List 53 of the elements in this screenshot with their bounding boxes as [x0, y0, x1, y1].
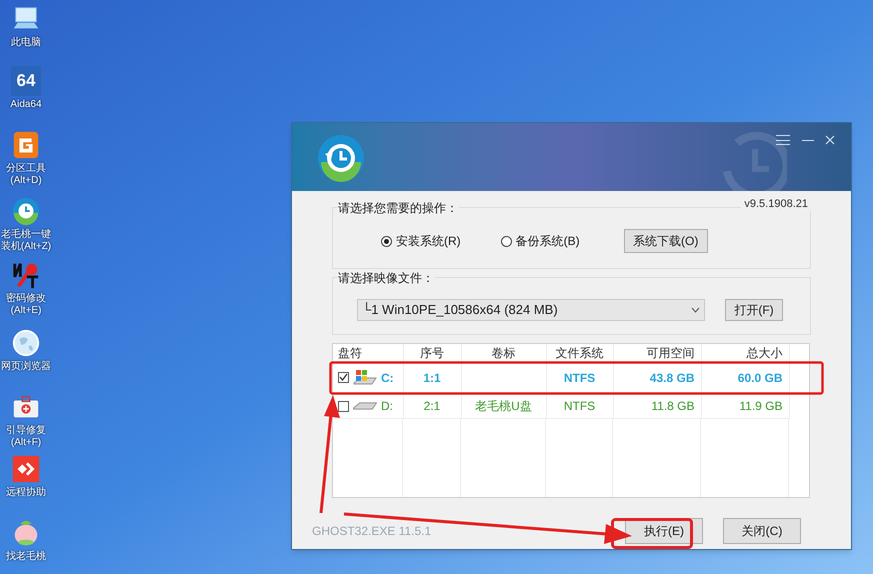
table-cell: 60.0 GB	[701, 362, 789, 394]
table-cell: 11.9 GB	[701, 394, 789, 418]
desktop-icon-label[interactable]: 密码修改 (Alt+E)	[6, 293, 46, 317]
table-cell-text: C:	[381, 370, 394, 387]
image-dropdown[interactable]: └1 Win10PE_10586x64 (824 MB)	[357, 299, 705, 321]
desktop-icon-label[interactable]: 此电脑	[11, 37, 41, 49]
close-button[interactable]: 关闭(C)	[723, 518, 801, 544]
table-cell-text: D:	[381, 398, 393, 415]
table-cell: 2:1	[403, 394, 461, 418]
aida-app-icon[interactable]: 64	[11, 66, 41, 96]
column-header[interactable]: 序号	[403, 344, 461, 362]
checkbox[interactable]	[338, 400, 349, 412]
table-cell: NTFS	[546, 394, 613, 418]
table-cell: 老毛桃U盘	[461, 394, 546, 418]
checkbox[interactable]	[338, 372, 349, 384]
footer-text: GHOST32.EXE 11.5.1	[312, 523, 432, 540]
globe-icon[interactable]	[11, 328, 41, 358]
close-icon[interactable]	[825, 135, 835, 145]
column-header[interactable]: 盘符	[333, 344, 403, 362]
radio-button[interactable]	[500, 236, 512, 246]
clock-logo-icon	[317, 134, 365, 182]
column-header[interactable]: 卷标	[461, 344, 546, 362]
column-header[interactable]: 文件系统	[546, 344, 613, 362]
chevron-down-icon	[691, 307, 700, 313]
version-label: v9.5.1908.21	[741, 198, 811, 211]
table-cell: 11.8 GB	[613, 394, 701, 418]
open-button[interactable]: 打开(F)	[725, 299, 783, 321]
desktop-icon-label[interactable]: 老毛桃一键 装机(Alt+Z)	[0, 229, 52, 253]
radio-option[interactable]: 备份系统(B)	[500, 232, 580, 250]
table-cell: NTFS	[546, 362, 613, 394]
group-title: 请选择映像文件：	[337, 269, 435, 287]
clock-app-icon[interactable]	[11, 196, 41, 226]
radio-button[interactable]	[381, 236, 392, 246]
download-button[interactable]: 系统下载(O)	[624, 229, 708, 253]
remote-app-icon[interactable]	[11, 454, 41, 484]
group-title: 请选择您需要的操作：	[337, 199, 459, 217]
dropdown-value: └1 Win10PE_10586x64 (824 MB)	[362, 301, 558, 320]
system-drive-icon	[352, 368, 378, 387]
desktop-icon-label[interactable]: 远程协助	[6, 487, 46, 499]
column-header[interactable]: 总大小	[701, 344, 789, 362]
column-header[interactable]: 可用空间	[613, 344, 701, 362]
table-cell: 1:1	[403, 362, 461, 394]
desktop-icon-label[interactable]: Aida64	[10, 99, 42, 111]
table-cell: 43.8 GB	[613, 362, 701, 394]
drive-icon	[353, 402, 377, 410]
desktop-icon-label[interactable]: 引导修复 (Alt+F)	[6, 425, 46, 449]
partition-app-icon[interactable]	[11, 130, 41, 160]
key-icon[interactable]	[11, 260, 41, 290]
desktop-icon-label[interactable]: 找老毛桃	[6, 551, 46, 563]
menu-button[interactable]	[776, 133, 790, 147]
desktop-icon-label[interactable]: 网页浏览器	[1, 361, 51, 373]
radio-option[interactable]: 安装系统(R)	[381, 232, 461, 250]
desktop-icon-label[interactable]: 分区工具 (Alt+D)	[6, 163, 46, 187]
